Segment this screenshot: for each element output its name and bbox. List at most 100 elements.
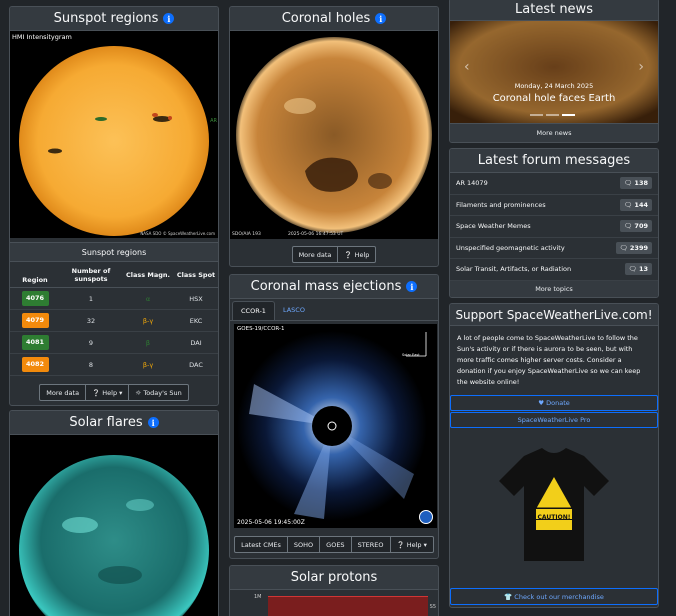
- solar-flares-image[interactable]: [10, 435, 218, 616]
- region-badge[interactable]: 4079: [21, 313, 49, 328]
- forum-item[interactable]: AR 14079 🗨 138: [450, 173, 658, 195]
- solar-flares-card: Solar flares i: [9, 410, 219, 616]
- news-header: Latest news: [450, 0, 658, 21]
- cme-image-time: 2025-05-06 19:45:00Z: [237, 519, 305, 526]
- forum-item-label[interactable]: Filaments and prominences: [456, 201, 546, 209]
- todays-sun-button[interactable]: ☼ Today's Sun: [129, 384, 189, 401]
- forum-item[interactable]: Solar Transit, Artifacts, or Radiation 🗨 …: [450, 259, 658, 281]
- sunspot-count: 9: [88, 338, 94, 347]
- table-head-row: Region Number of sunspots Class Magn. Cl…: [10, 262, 218, 288]
- sunspot-4076: [95, 117, 107, 121]
- cme-button-soho[interactable]: SOHO: [287, 536, 321, 553]
- forum-title: Latest forum messages: [477, 153, 631, 168]
- cme-buttons: Latest CMEs SOHO GOES STEREO ❔ Help ▾: [230, 536, 438, 553]
- sunspot-table-header: Sunspot regions: [10, 242, 218, 262]
- forum-item-label[interactable]: AR 14079: [456, 179, 488, 187]
- spot-class: DAI: [190, 338, 202, 347]
- sunspot-count: 8: [88, 360, 94, 369]
- news-headline[interactable]: Coronal hole faces Earth: [450, 93, 658, 104]
- col-spot: Class Spot: [176, 270, 216, 279]
- table-row[interactable]: 4076 1 α HSX: [10, 288, 218, 310]
- protons-card: Solar protons 1M S5: [229, 565, 439, 616]
- forum-item-label[interactable]: Space Weather Memes: [456, 222, 531, 230]
- support-text: A lot of people come to SpaceWeatherLive…: [457, 334, 641, 386]
- table-row[interactable]: 4081 9 β DAI: [10, 332, 218, 354]
- spot-class: EKC: [189, 316, 203, 325]
- support-title: Support SpaceWeatherLive.com!: [455, 307, 653, 322]
- forum-list: AR 14079 🗨 138 Filaments and prominences 🗨 …: [450, 173, 658, 281]
- sunspot-image-label: HMI Intensitygram: [12, 33, 72, 41]
- forum-item-label[interactable]: Solar Transit, Artifacts, or Radiation: [456, 265, 571, 273]
- more-news-button[interactable]: More news: [450, 123, 658, 142]
- cme-header: Coronal mass ejections i: [230, 275, 438, 299]
- region-badge[interactable]: 4076: [21, 291, 49, 306]
- news-title: Latest news: [515, 2, 593, 17]
- more-topics-button[interactable]: More topics: [450, 280, 658, 297]
- info-icon[interactable]: i: [375, 13, 387, 24]
- reply-count-badge: 🗨 13: [624, 263, 652, 276]
- support-card: Support SpaceWeatherLive.com! A lot of p…: [449, 303, 659, 608]
- forum-item[interactable]: Space Weather Memes 🗨 709: [450, 216, 658, 238]
- news-carousel[interactable]: ‹ › Monday, 24 March 2025 Coronal hole f…: [450, 21, 658, 123]
- sunspot-4081: [48, 148, 62, 154]
- magn-class: β-γ: [142, 360, 154, 369]
- pro-button[interactable]: SpaceWeatherLive Pro: [450, 412, 658, 428]
- carousel-prev-icon[interactable]: ‹: [464, 59, 470, 75]
- forum-header: Latest forum messages: [450, 149, 658, 173]
- col-number: Number of sunspots: [71, 266, 111, 283]
- reply-count-badge: 🗨 2399: [615, 241, 652, 254]
- cme-tabs: CCOR-1 LASCO: [230, 301, 438, 321]
- forum-item-label[interactable]: Unspecified geomagnetic activity: [456, 244, 565, 252]
- forum-card: Latest forum messages AR 14079 🗨 138 Filam…: [449, 148, 659, 298]
- sunspot-count: 1: [88, 294, 94, 303]
- coronal-holes-image[interactable]: SDO/AIA 193 2025-05-06 16:47:53 UT: [230, 31, 438, 239]
- donate-button[interactable]: ♥ Donate: [450, 395, 658, 411]
- info-icon[interactable]: i: [147, 417, 159, 428]
- carousel-next-icon[interactable]: ›: [638, 59, 644, 75]
- info-icon[interactable]: i: [406, 281, 418, 292]
- merch-button[interactable]: 👕 Check out our merchandise: [450, 588, 658, 605]
- protons-header: Solar protons: [230, 566, 438, 590]
- tshirt-svg: [499, 448, 609, 561]
- forum-item[interactable]: Filaments and prominences 🗨 144: [450, 195, 658, 216]
- cme-title: Coronal mass ejections: [250, 279, 402, 294]
- magn-class: α: [145, 294, 151, 303]
- spot-class: HSX: [189, 294, 203, 303]
- carousel-indicators[interactable]: [530, 114, 575, 116]
- more-data-button[interactable]: More data: [39, 384, 87, 401]
- sunspot-image[interactable]: HMI Intensitygram AR NASA SDO © SpaceWea…: [10, 31, 218, 238]
- coronal-holes-title: Coronal holes: [281, 11, 371, 26]
- region-badge[interactable]: 4082: [21, 357, 49, 372]
- cme-button-latest-cmes[interactable]: Latest CMEs: [234, 536, 288, 553]
- cme-button-goes[interactable]: GOES: [320, 536, 352, 553]
- more-data-button[interactable]: More data: [291, 246, 339, 263]
- sunspot-table-title: Sunspot regions: [81, 247, 147, 257]
- tab-ccor1[interactable]: CCOR-1: [232, 301, 275, 320]
- help-dropdown-button[interactable]: ❔ Help ▾: [86, 384, 130, 401]
- cme-image-label: GOES-19/CCOR-1: [237, 326, 285, 332]
- table-row[interactable]: 4079 32 β-γ EKC: [10, 310, 218, 332]
- cme-image[interactable]: GOES-19/CCOR-1 Solar East 2025-05-06 19:…: [234, 324, 437, 528]
- cme-button-help[interactable]: ❔ Help ▾: [390, 536, 434, 553]
- cme-button-stereo[interactable]: STEREO: [351, 536, 391, 553]
- region-badge[interactable]: 4081: [21, 335, 49, 350]
- protons-right-label: S5: [429, 604, 436, 610]
- tab-lasco[interactable]: LASCO: [275, 301, 313, 320]
- help-button[interactable]: ❔ Help: [338, 246, 377, 263]
- coronal-holes-caption-left: SDO/AIA 193: [232, 232, 261, 237]
- sunspot-card: Sunspot regions i HMI Intensitygram AR N…: [9, 6, 219, 406]
- sunspot-side-label: AR: [210, 118, 217, 124]
- table-row[interactable]: 4082 8 β-γ DAC: [10, 354, 218, 376]
- sunspot-header: Sunspot regions i: [10, 7, 218, 31]
- news-image-svg: [450, 21, 658, 123]
- protons-chart: 1M S5: [230, 590, 438, 616]
- reply-count-badge: 🗨 138: [620, 177, 652, 190]
- cme-solar-east: Solar East: [402, 353, 420, 357]
- support-header: Support SpaceWeatherLive.com!: [450, 304, 658, 326]
- sun-euv-svg: [19, 455, 209, 616]
- forum-item[interactable]: Unspecified geomagnetic activity 🗨 2399: [450, 238, 658, 259]
- merch-image[interactable]: CAUTION!: [450, 436, 658, 586]
- info-icon[interactable]: i: [163, 13, 175, 24]
- col-magn: Class Magn.: [126, 270, 170, 279]
- protons-s5-band: [268, 596, 428, 616]
